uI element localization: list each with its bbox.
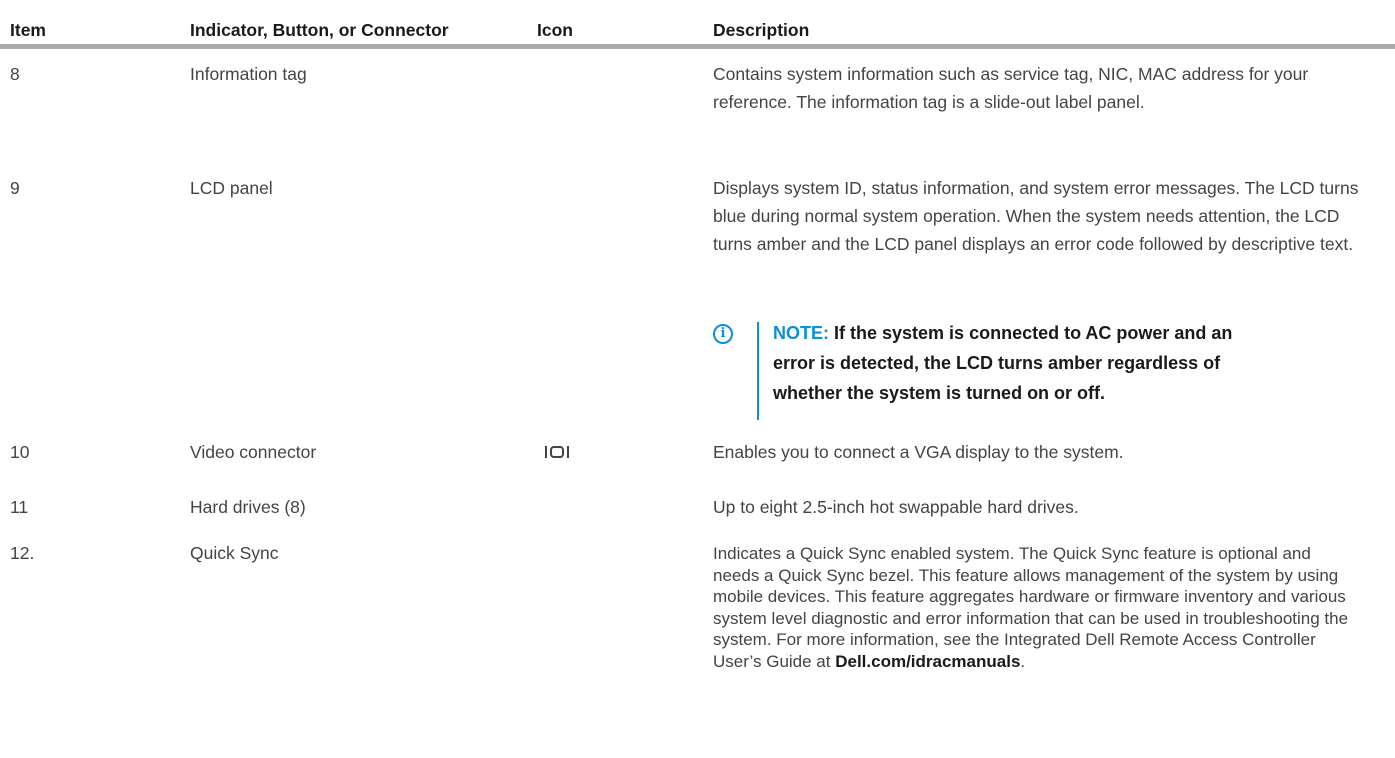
row-indicator: LCD panel: [190, 178, 273, 198]
row-description-text: Contains system information such as serv…: [713, 64, 1309, 112]
table-header: Item Indicator, Button, or Connector Ico…: [0, 0, 1395, 49]
header-indicator: Indicator, Button, or Connector: [190, 20, 449, 40]
header-description: Description: [713, 20, 810, 40]
row-description: Enables you to connect a VGA display to …: [713, 438, 1373, 466]
note-body: If the system is connected to AC power a…: [773, 323, 1233, 403]
row-item-number: 11: [10, 497, 29, 517]
row-description-text: Indicates a Quick Sync enabled system. T…: [713, 544, 1349, 671]
row-item-number: 10: [10, 442, 30, 462]
row-item-number: 8: [10, 64, 20, 84]
row-item-number: 9: [10, 178, 20, 198]
row-indicator: Information tag: [190, 64, 307, 84]
note-label: NOTE:: [773, 323, 829, 343]
row-description-text: Displays system ID, status information, …: [713, 178, 1359, 254]
specification-table: Item Indicator, Button, or Connector Ico…: [0, 0, 1395, 671]
vga-connector-icon: [545, 446, 569, 458]
row-description: Displays system ID, status information, …: [713, 174, 1373, 258]
row-description-text: Enables you to connect a VGA display to …: [713, 442, 1124, 462]
idrac-manuals-link[interactable]: Dell.com/idracmanuals: [835, 652, 1020, 671]
description-suffix: .: [1020, 651, 1026, 671]
note-accent-bar: [757, 322, 759, 420]
row-description-text: Up to eight 2.5-inch hot swappable hard …: [713, 497, 1079, 517]
row-icon-cell: [545, 438, 569, 466]
row-indicator: Video connector: [190, 442, 317, 462]
header-icon: Icon: [537, 20, 573, 40]
row-indicator: Hard drives (8): [190, 497, 306, 517]
row-description: Contains system information such as serv…: [713, 60, 1373, 116]
header-item: Item: [10, 20, 46, 40]
row-description: Up to eight 2.5-inch hot swappable hard …: [713, 493, 1373, 521]
info-icon: i: [713, 324, 733, 344]
row-description: Indicates a Quick Sync enabled system. T…: [713, 543, 1353, 672]
row-item-number: 12.: [10, 543, 35, 563]
note-text: NOTE: If the system is connected to AC p…: [773, 318, 1253, 408]
row-indicator: Quick Sync: [190, 543, 279, 563]
